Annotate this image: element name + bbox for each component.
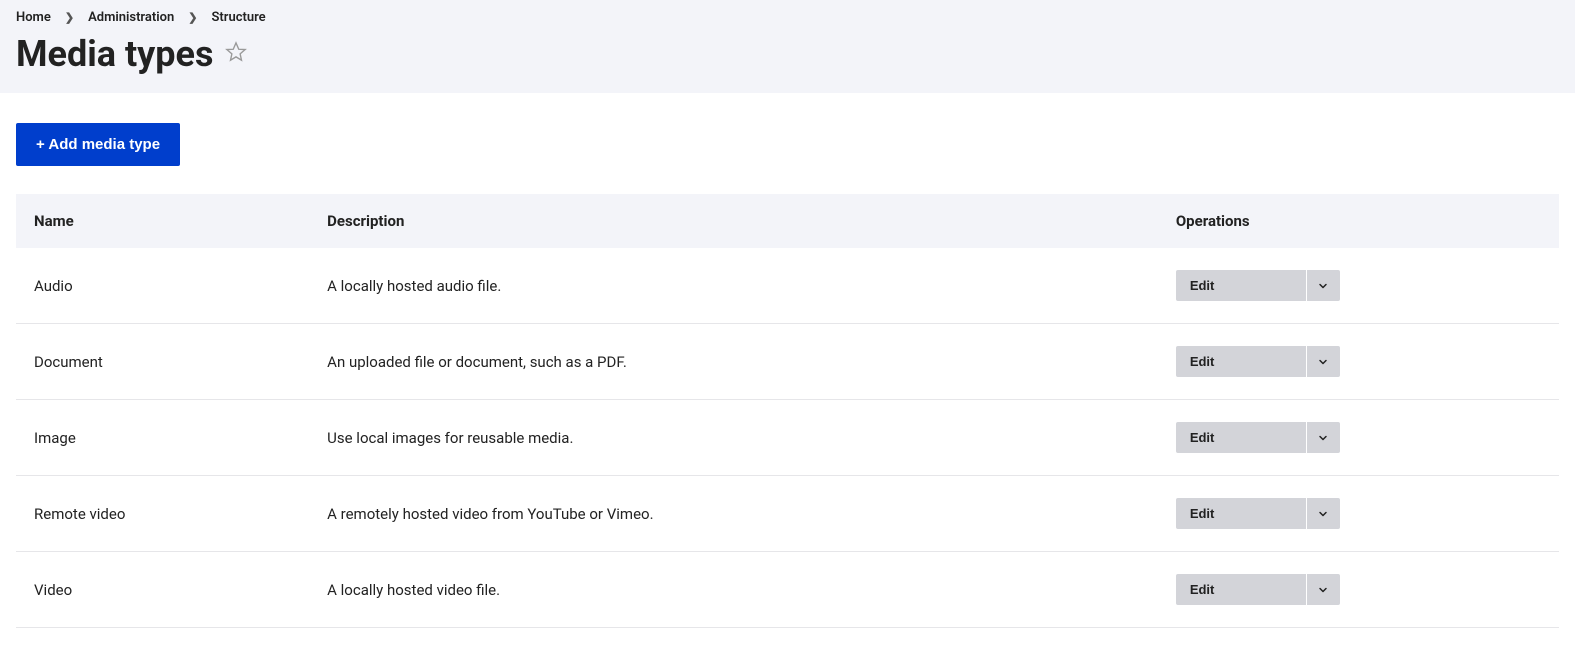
cell-name: Audio	[16, 248, 309, 324]
cell-name: Video	[16, 552, 309, 628]
chevron-down-icon	[1317, 432, 1329, 444]
chevron-down-icon	[1317, 584, 1329, 596]
table-row: Document An uploaded file or document, s…	[16, 324, 1559, 400]
edit-button[interactable]: Edit	[1176, 346, 1306, 377]
chevron-down-icon	[1317, 508, 1329, 520]
table-row: Remote video A remotely hosted video fro…	[16, 476, 1559, 552]
chevron-right-icon: ❯	[188, 11, 197, 24]
cell-name: Image	[16, 400, 309, 476]
col-header-description: Description	[309, 194, 1158, 248]
breadcrumb-link-administration[interactable]: Administration	[88, 10, 174, 25]
page-title: Media types	[16, 33, 213, 75]
cell-operations: Edit	[1158, 248, 1559, 324]
chevron-down-icon	[1317, 356, 1329, 368]
cell-description: Use local images for reusable media.	[309, 400, 1158, 476]
cell-operations: Edit	[1158, 552, 1559, 628]
chevron-down-icon	[1317, 280, 1329, 292]
edit-button[interactable]: Edit	[1176, 498, 1306, 529]
cell-operations: Edit	[1158, 400, 1559, 476]
dropdown-toggle[interactable]	[1306, 270, 1340, 301]
table-row: Audio A locally hosted audio file. Edit	[16, 248, 1559, 324]
star-icon[interactable]	[225, 41, 247, 67]
edit-button[interactable]: Edit	[1176, 422, 1306, 453]
dropdown-toggle[interactable]	[1306, 498, 1340, 529]
table-row: Video A locally hosted video file. Edit	[16, 552, 1559, 628]
media-types-table: Name Description Operations Audio A loca…	[16, 194, 1559, 628]
breadcrumb-link-home[interactable]: Home	[16, 10, 51, 25]
add-media-type-button[interactable]: + Add media type	[16, 123, 180, 166]
cell-description: A locally hosted audio file.	[309, 248, 1158, 324]
table-row: Image Use local images for reusable medi…	[16, 400, 1559, 476]
cell-description: A locally hosted video file.	[309, 552, 1158, 628]
col-header-operations: Operations	[1158, 194, 1559, 248]
breadcrumb: Home ❯ Administration ❯ Structure	[16, 10, 1559, 25]
edit-button[interactable]: Edit	[1176, 270, 1306, 301]
cell-operations: Edit	[1158, 476, 1559, 552]
cell-description: An uploaded file or document, such as a …	[309, 324, 1158, 400]
chevron-right-icon: ❯	[65, 11, 74, 24]
cell-description: A remotely hosted video from YouTube or …	[309, 476, 1158, 552]
dropdown-toggle[interactable]	[1306, 574, 1340, 605]
cell-operations: Edit	[1158, 324, 1559, 400]
dropdown-toggle[interactable]	[1306, 422, 1340, 453]
dropdown-toggle[interactable]	[1306, 346, 1340, 377]
col-header-name: Name	[16, 194, 309, 248]
breadcrumb-link-structure[interactable]: Structure	[211, 10, 265, 25]
cell-name: Document	[16, 324, 309, 400]
cell-name: Remote video	[16, 476, 309, 552]
edit-button[interactable]: Edit	[1176, 574, 1306, 605]
